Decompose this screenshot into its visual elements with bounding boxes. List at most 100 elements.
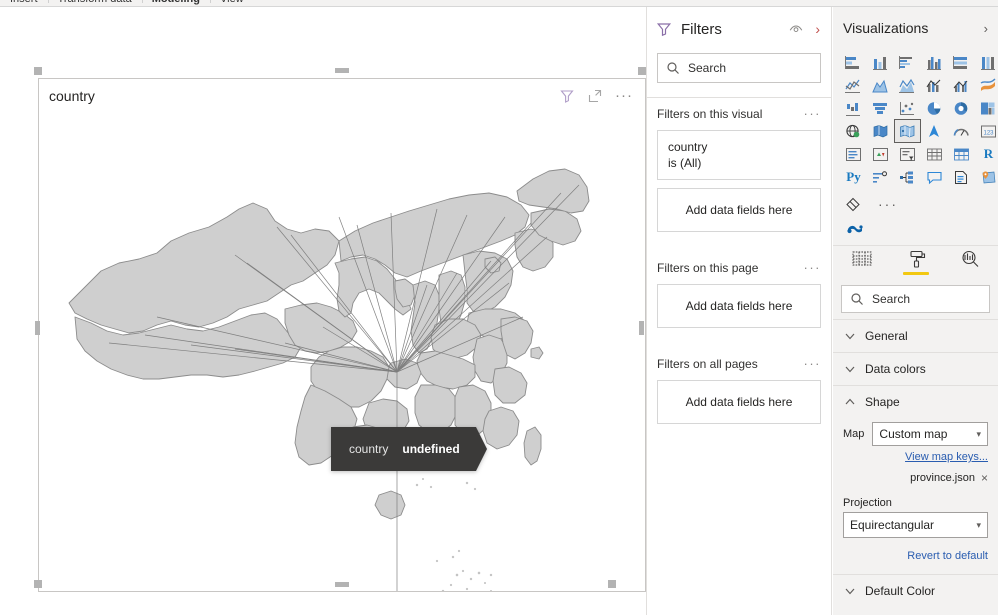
format-section-shape-header[interactable]: Shape xyxy=(843,386,988,418)
focus-mode-icon[interactable] xyxy=(587,88,603,104)
resize-handle-top-left[interactable] xyxy=(34,67,42,75)
shape-map-icon[interactable] xyxy=(894,119,921,143)
resize-handle-bottom-left[interactable] xyxy=(34,580,42,588)
r-script-visual-icon[interactable]: R xyxy=(976,143,998,165)
ribbon-tab-view[interactable]: View xyxy=(209,0,254,5)
filter-group-title: Filters on this page xyxy=(657,261,759,275)
filter-group-menu-icon[interactable]: ··· xyxy=(804,261,822,274)
format-section-default-color-header[interactable]: Default Color xyxy=(843,575,988,607)
ribbon-tab-insert[interactable]: Insert xyxy=(0,0,48,5)
format-pane-tabs xyxy=(833,245,998,279)
line-and-clustered-column-chart-icon[interactable] xyxy=(949,74,974,96)
remove-custom-map-icon[interactable]: × xyxy=(981,471,988,485)
map-icon[interactable] xyxy=(841,120,866,142)
format-tab[interactable] xyxy=(902,249,930,279)
hundred-percent-stacked-bar-chart-icon[interactable] xyxy=(949,51,974,73)
clustered-column-chart-icon[interactable] xyxy=(922,51,947,73)
resize-handle-bottom-right[interactable] xyxy=(608,580,616,588)
donut-chart-icon[interactable] xyxy=(949,97,974,119)
treemap-icon[interactable] xyxy=(976,97,998,119)
map-select[interactable]: Custom map ▾ xyxy=(872,422,988,446)
china-shape-map[interactable] xyxy=(39,113,645,591)
line-chart-icon[interactable] xyxy=(841,74,866,96)
resize-handle-top-right[interactable] xyxy=(638,67,646,75)
arcgis-map-icon[interactable] xyxy=(922,120,947,142)
analytics-tab[interactable] xyxy=(956,249,984,279)
resize-handle-middle-right[interactable] xyxy=(639,321,644,335)
custom-map-file-name: province.json xyxy=(910,472,975,484)
filled-map-icon[interactable] xyxy=(868,120,893,142)
funnel-chart-icon[interactable] xyxy=(868,97,893,119)
collapse-visualizations-pane-icon[interactable]: › xyxy=(984,21,988,36)
kpi-icon[interactable] xyxy=(868,143,893,165)
gauge-icon[interactable] xyxy=(949,120,974,142)
card-icon[interactable]: 123 xyxy=(976,120,998,142)
line-and-stacked-column-chart-icon[interactable] xyxy=(922,74,947,96)
ribbon-tab-transform-data[interactable]: Transform data xyxy=(47,0,142,5)
visualizations-pane-header: Visualizations › xyxy=(833,7,998,49)
map-setting-row: Map Custom map ▾ xyxy=(843,418,988,448)
hide-pane-eye-icon[interactable] xyxy=(787,20,805,38)
south-china-sea-islands xyxy=(415,478,493,591)
map-setting-label: Map xyxy=(843,428,865,440)
filter-group-title: Filters on this visual xyxy=(657,107,763,121)
filter-group-all-pages: Filters on all pages ··· Add data fields… xyxy=(647,348,831,424)
clustered-bar-chart-icon[interactable] xyxy=(895,51,920,73)
python-visual-icon[interactable]: Py xyxy=(841,166,866,188)
smart-narrative-icon[interactable] xyxy=(949,166,974,188)
area-chart-icon[interactable] xyxy=(868,74,893,96)
power-bi-marketplace-icon[interactable] xyxy=(833,217,998,245)
projection-select[interactable]: Equirectangular ▾ xyxy=(843,512,988,538)
ribbon-chart-icon[interactable] xyxy=(976,74,998,96)
filter-group-menu-icon[interactable]: ··· xyxy=(804,357,822,370)
filter-dropzone-page[interactable]: Add data fields here xyxy=(657,284,821,328)
format-tab-underline xyxy=(902,272,929,275)
decomposition-tree-icon[interactable] xyxy=(895,166,920,188)
slicer-icon[interactable] xyxy=(895,143,920,165)
stacked-bar-chart-icon[interactable] xyxy=(841,51,866,73)
scatter-chart-icon[interactable] xyxy=(895,97,920,119)
map-area[interactable] xyxy=(39,113,645,591)
more-options-icon[interactable]: ··· xyxy=(615,88,633,103)
pie-chart-icon[interactable] xyxy=(922,97,947,119)
key-influencers-icon[interactable] xyxy=(868,166,893,188)
filter-dropzone-visual[interactable]: Add data fields here xyxy=(657,188,821,232)
shape-map-visual[interactable]: country ··· country undefined xyxy=(38,78,646,592)
filter-group-header: Filters on this page ··· xyxy=(657,252,821,284)
map-tooltip: country undefined xyxy=(331,427,487,471)
qna-icon[interactable] xyxy=(922,166,947,188)
ribbon-tabs: Insert Transform data Modeling View xyxy=(0,0,998,6)
view-map-keys-link[interactable]: View map keys... xyxy=(843,448,988,463)
filter-icon[interactable] xyxy=(559,88,575,104)
ribbon-tab-modeling[interactable]: Modeling xyxy=(141,0,210,5)
stacked-column-chart-icon[interactable] xyxy=(868,51,893,73)
revert-to-default-link[interactable]: Revert to default xyxy=(843,538,988,574)
collapse-filters-pane-icon[interactable]: › xyxy=(813,22,822,36)
fields-tab[interactable] xyxy=(848,249,876,279)
filter-group-menu-icon[interactable]: ··· xyxy=(804,107,822,120)
waterfall-chart-icon[interactable] xyxy=(841,97,866,119)
projection-label: Projection xyxy=(843,497,892,509)
resize-handle-bottom-center[interactable] xyxy=(335,582,349,587)
format-section-general-header[interactable]: General xyxy=(843,320,988,352)
resize-handle-top-center[interactable] xyxy=(335,68,349,73)
py-glyph: Py xyxy=(846,169,861,184)
filter-dropzone-all-pages[interactable]: Add data fields here xyxy=(657,380,821,424)
get-more-visuals-icon[interactable] xyxy=(841,193,866,215)
filters-search-input[interactable]: Search xyxy=(657,53,821,83)
more-visual-types-icon[interactable]: ··· xyxy=(872,197,898,211)
power-apps-icon[interactable] xyxy=(976,166,998,188)
chevron-up-icon xyxy=(843,395,857,409)
multi-row-card-icon[interactable] xyxy=(841,143,866,165)
matrix-icon[interactable] xyxy=(949,143,974,165)
stacked-area-chart-icon[interactable] xyxy=(895,74,920,96)
filter-card-country[interactable]: country is (All) xyxy=(657,130,821,180)
format-search-input[interactable]: Search xyxy=(841,285,990,313)
format-section-data-colors-header[interactable]: Data colors xyxy=(843,353,988,385)
format-section-shape: Shape Map Custom map ▾ View map keys... … xyxy=(833,385,998,574)
chevron-down-icon: ▾ xyxy=(976,428,981,439)
resize-handle-middle-left[interactable] xyxy=(35,321,40,335)
report-canvas[interactable]: country ··· country undefined xyxy=(0,7,646,615)
hundred-percent-stacked-column-chart-icon[interactable] xyxy=(976,51,998,73)
table-icon[interactable] xyxy=(922,143,947,165)
